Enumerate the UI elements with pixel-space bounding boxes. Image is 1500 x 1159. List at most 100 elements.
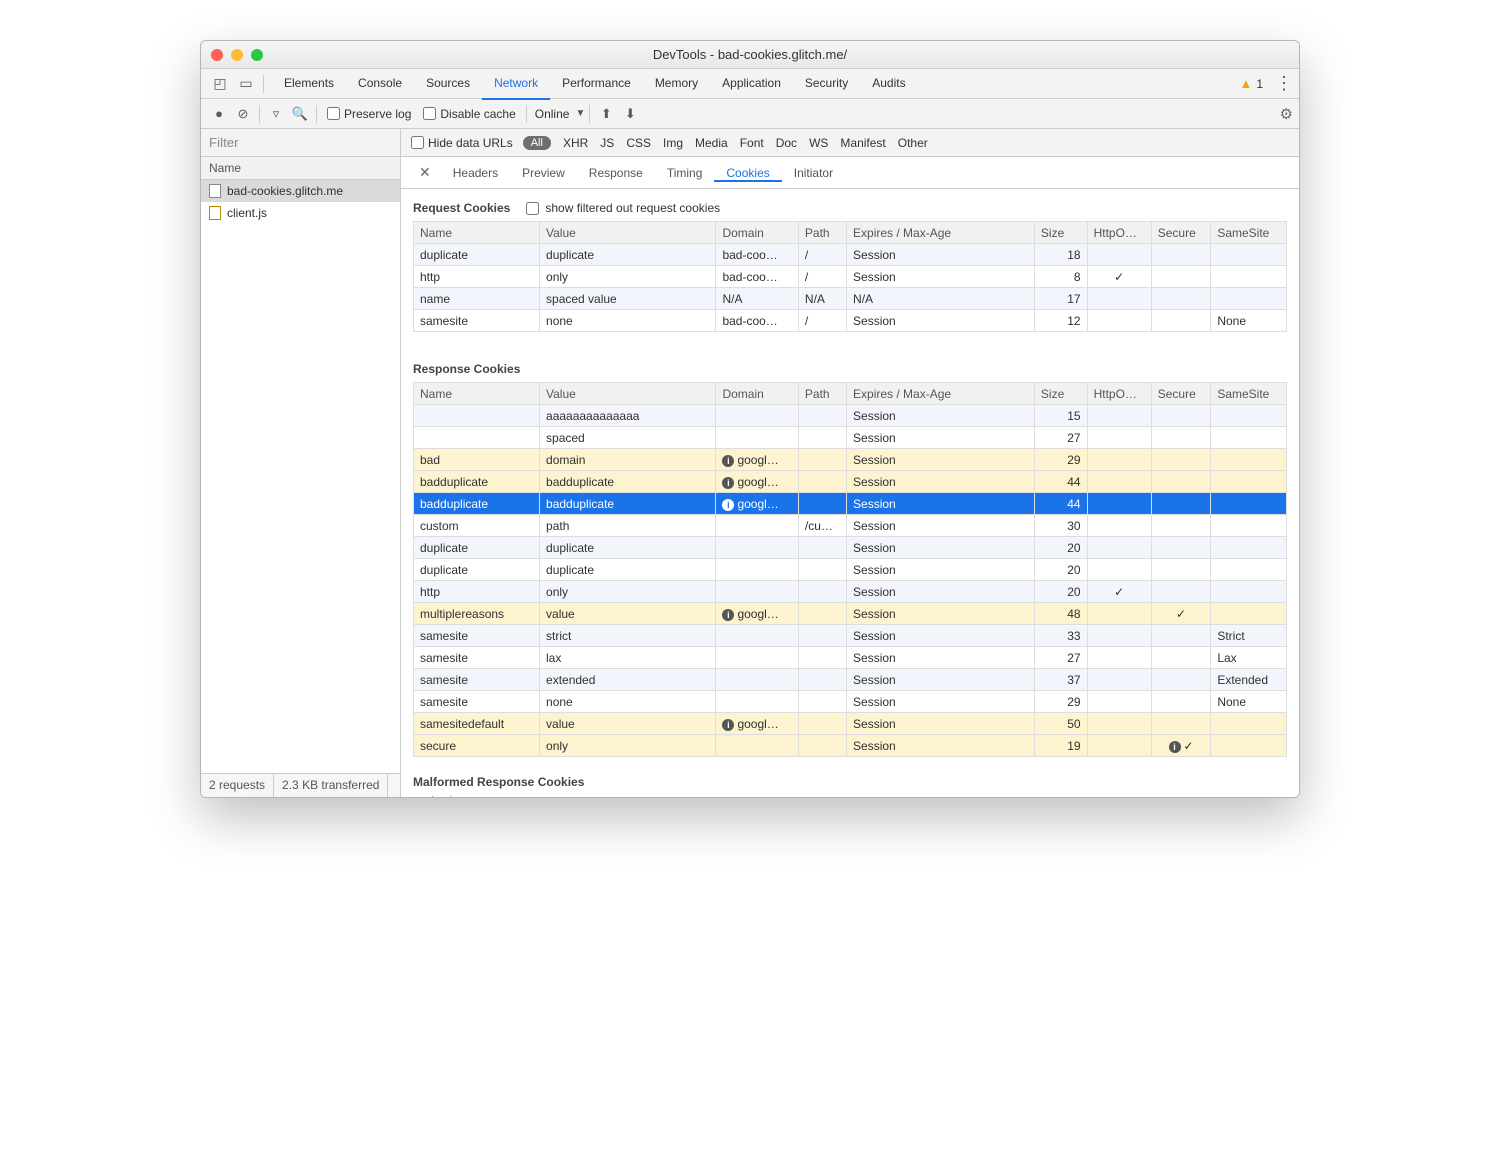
devtools-window: DevTools - bad-cookies.glitch.me/ ◰ ▭ El… [200,40,1300,798]
main-tab-console[interactable]: Console [346,68,414,99]
filter-row: Hide data URLs All XHRJSCSSImgMediaFontD… [201,129,1299,157]
more-menu-icon[interactable]: ⋮ [1275,73,1293,94]
filter-input[interactable] [201,129,401,156]
filter-type-font[interactable]: Font [734,136,770,150]
column-header[interactable]: HttpO… [1087,222,1151,244]
device-mode-icon[interactable]: ▭ [233,75,259,92]
column-header[interactable]: Domain [716,383,798,405]
cookie-row[interactable]: aaaaaaaaaaaaaaSession15 [414,405,1287,427]
close-window-button[interactable] [211,49,223,61]
hide-data-urls-checkbox[interactable]: Hide data URLs [411,136,513,150]
detail-tab-response[interactable]: Response [577,166,655,180]
cookie-row[interactable]: spacedSession27 [414,427,1287,449]
detail-tab-timing[interactable]: Timing [655,166,715,180]
column-header[interactable]: Expires / Max-Age [847,383,1035,405]
column-header[interactable]: SameSite [1211,222,1287,244]
column-header[interactable]: SameSite [1211,383,1287,405]
main-tab-network[interactable]: Network [482,68,550,100]
request-detail: ✕ HeadersPreviewResponseTimingCookiesIni… [401,157,1299,797]
filter-type-manifest[interactable]: Manifest [834,136,891,150]
column-header[interactable]: HttpO… [1087,383,1151,405]
column-header[interactable]: Secure [1151,222,1211,244]
detail-tab-initiator[interactable]: Initiator [782,166,845,180]
cookie-row[interactable]: baddomainigoogl…Session29 [414,449,1287,471]
disable-cache-checkbox[interactable]: Disable cache [423,107,515,121]
filter-type-js[interactable]: JS [594,136,620,150]
throttling-select[interactable]: Online ▼ [535,107,586,121]
filter-type-css[interactable]: CSS [620,136,657,150]
column-header[interactable]: Size [1034,222,1087,244]
column-header[interactable]: Value [540,222,716,244]
cookie-row[interactable]: duplicateduplicatebad-coo…/Session18 [414,244,1287,266]
cookie-row[interactable]: samesitedefaultvalueigoogl…Session50 [414,713,1287,735]
filter-type-xhr[interactable]: XHR [557,136,594,150]
cookie-row[interactable]: samesitenonebad-coo…/Session12None [414,310,1287,332]
main-tab-sources[interactable]: Sources [414,68,482,99]
cookie-row[interactable]: secureonlySession19i✓ [414,735,1287,757]
column-header[interactable]: Name [414,383,540,405]
cookie-row[interactable]: multiplereasonsvalueigoogl…Session48✓ [414,603,1287,625]
cookie-row[interactable]: duplicateduplicateSession20 [414,559,1287,581]
preserve-log-input[interactable] [327,107,340,120]
request-item[interactable]: client.js [201,202,400,224]
cookie-row[interactable]: httponlybad-coo…/Session8✓ [414,266,1287,288]
minimize-window-button[interactable] [231,49,243,61]
column-header[interactable]: Path [798,383,846,405]
settings-gear-icon[interactable]: ⚙ [1280,105,1293,123]
column-header[interactable]: Path [798,222,846,244]
main-tab-security[interactable]: Security [793,68,860,99]
disable-cache-input[interactable] [423,107,436,120]
filter-type-other[interactable]: Other [892,136,934,150]
filter-type-ws[interactable]: WS [803,136,834,150]
detail-tab-preview[interactable]: Preview [510,166,577,180]
filter-type-all[interactable]: All [523,136,551,150]
request-cookies-table[interactable]: NameValueDomainPathExpires / Max-AgeSize… [413,221,1287,332]
zoom-window-button[interactable] [251,49,263,61]
cookie-row[interactable]: samesiteextendedSession37Extended [414,669,1287,691]
filter-type-doc[interactable]: Doc [770,136,803,150]
warnings-badge[interactable]: ▲ 1 [1239,76,1263,91]
main-tab-elements[interactable]: Elements [272,68,346,99]
cookie-row[interactable]: custompath/cu…Session30 [414,515,1287,537]
search-icon[interactable]: 🔍 [288,106,312,122]
cookie-row[interactable]: namespaced valueN/AN/AN/A17 [414,288,1287,310]
show-filtered-checkbox[interactable]: show filtered out request cookies [526,201,720,215]
detail-tab-cookies[interactable]: Cookies [714,166,781,182]
inspect-icon[interactable]: ◰ [207,75,233,92]
main-tab-performance[interactable]: Performance [550,68,643,99]
main-tab-audits[interactable]: Audits [860,68,917,99]
filter-type-img[interactable]: Img [657,136,689,150]
detail-tab-headers[interactable]: Headers [441,166,510,180]
show-filtered-input[interactable] [526,202,539,215]
window-controls [211,49,263,61]
cookie-row[interactable]: samesitelaxSession27Lax [414,647,1287,669]
main-tab-memory[interactable]: Memory [643,68,710,99]
clear-button[interactable]: ⊘ [231,106,255,122]
cookie-row[interactable]: samesitestrictSession33Strict [414,625,1287,647]
main-tab-application[interactable]: Application [710,68,793,99]
cookie-row[interactable]: badduplicatebadduplicateigoogl…Session44 [414,471,1287,493]
preserve-log-checkbox[interactable]: Preserve log [327,107,411,121]
filter-icon[interactable]: ▿ [264,106,288,122]
download-icon[interactable]: ⬇ [618,106,642,122]
document-file-icon [209,184,221,198]
response-cookies-table[interactable]: NameValueDomainPathExpires / Max-AgeSize… [413,382,1287,757]
preserve-log-label: Preserve log [344,107,411,121]
warnings-count: 1 [1256,77,1263,91]
column-header[interactable]: Secure [1151,383,1211,405]
column-header[interactable]: Value [540,383,716,405]
upload-icon[interactable]: ⬆ [594,106,618,122]
cookie-row[interactable]: badduplicatebadduplicateigoogl…Session44 [414,493,1287,515]
hide-data-urls-input[interactable] [411,136,424,149]
close-detail-icon[interactable]: ✕ [409,164,441,181]
cookie-row[interactable]: httponlySession20✓ [414,581,1287,603]
filter-type-media[interactable]: Media [689,136,734,150]
column-header[interactable]: Expires / Max-Age [847,222,1035,244]
record-button[interactable]: ● [207,106,231,121]
request-item[interactable]: bad-cookies.glitch.me [201,180,400,202]
column-header[interactable]: Size [1034,383,1087,405]
column-header[interactable]: Name [414,222,540,244]
cookie-row[interactable]: duplicateduplicateSession20 [414,537,1287,559]
column-header[interactable]: Domain [716,222,798,244]
cookie-row[interactable]: samesitenoneSession29None [414,691,1287,713]
